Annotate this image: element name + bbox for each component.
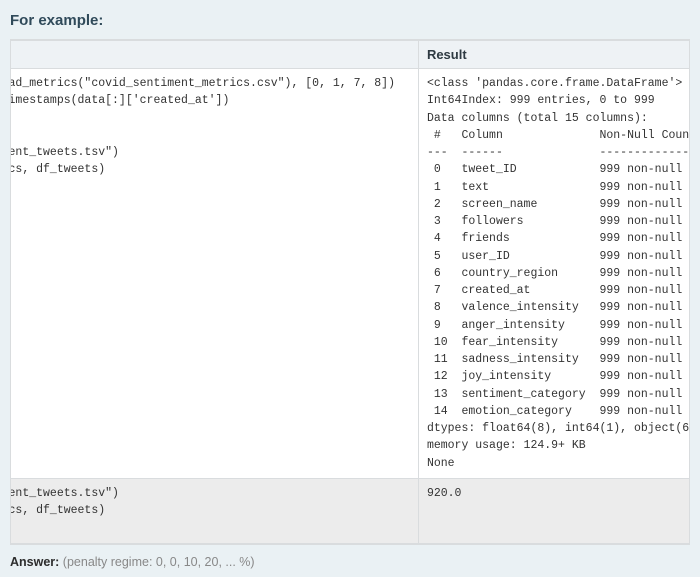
table-header-row: Result — [10, 41, 690, 69]
table-row: o_structured(load_metrics("covid_sentime… — [10, 69, 690, 479]
result-cell: 920.0 — [418, 478, 690, 543]
answer-label: Answer: — [10, 555, 59, 569]
answer-footer: Answer: (penalty regime: 0, 0, 10, 20, .… — [10, 555, 690, 569]
column-header-code — [10, 41, 418, 69]
example-scroll-container[interactable]: Result o_structured(load_metrics("covid_… — [10, 39, 690, 545]
example-table: Result o_structured(load_metrics("covid_… — [10, 40, 690, 544]
column-header-result: Result — [418, 41, 690, 69]
page-container: For example: Result o_structured(load_me… — [0, 0, 700, 577]
code-block: s("covid_sentiment_tweets.tsv") frames(d… — [10, 485, 410, 537]
result-cell: <class 'pandas.core.frame.DataFrame'> In… — [418, 69, 690, 479]
code-cell: s("covid_sentiment_tweets.tsv") frames(d… — [10, 478, 418, 543]
result-block: <class 'pandas.core.frame.DataFrame'> In… — [427, 75, 690, 472]
table-row: s("covid_sentiment_tweets.tsv") frames(d… — [10, 478, 690, 543]
code-block: o_structured(load_metrics("covid_sentime… — [10, 75, 410, 196]
code-cell: o_structured(load_metrics("covid_sentime… — [10, 69, 418, 479]
example-heading: For example: — [10, 12, 690, 29]
answer-penalty-text: (penalty regime: 0, 0, 10, 20, ... %) — [59, 555, 254, 569]
result-block: 920.0 — [427, 485, 690, 502]
